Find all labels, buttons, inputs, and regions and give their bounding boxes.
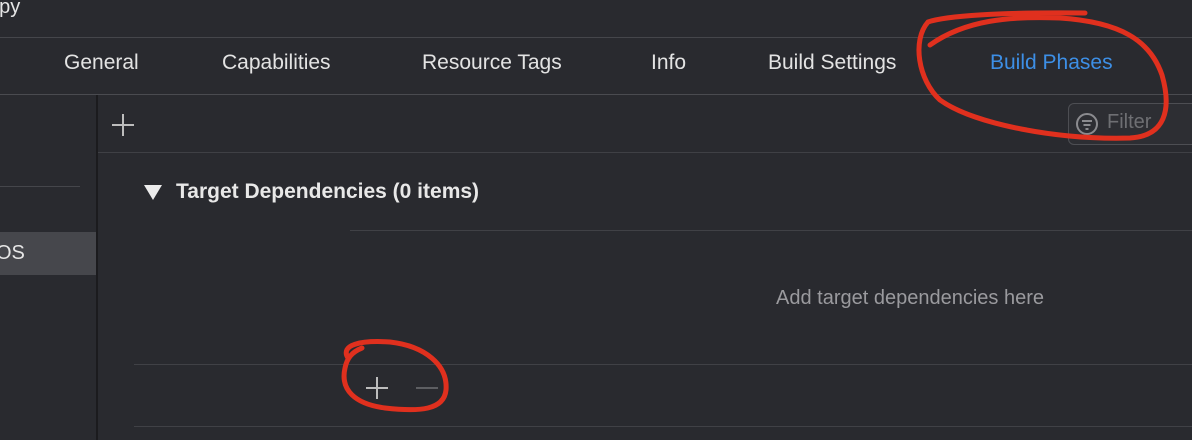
filter-field[interactable]: Filter [1068, 103, 1192, 145]
section-divider [350, 230, 1192, 231]
tab-resource-tags[interactable]: Resource Tags [422, 51, 562, 75]
tab-build-phases[interactable]: Build Phases [990, 51, 1113, 75]
tab-build-settings[interactable]: Build Settings [768, 51, 896, 75]
sidebar-item-label: OS [0, 242, 25, 264]
tab-capabilities[interactable]: Capabilities [222, 51, 331, 75]
section-divider [134, 364, 1192, 365]
disclosure-triangle-icon[interactable] [144, 185, 162, 200]
section-divider [134, 426, 1192, 427]
add-build-phase-plus-icon[interactable] [112, 114, 134, 136]
empty-dependencies-message: Add target dependencies here [776, 287, 1044, 309]
tab-info[interactable]: Info [651, 51, 686, 75]
toolbar-divider [98, 152, 1192, 153]
targets-sidebar: OS [0, 95, 98, 440]
window-titlebar: ppy [0, 0, 1192, 38]
remove-dependency-minus-icon[interactable] [416, 387, 438, 389]
add-dependency-plus-icon[interactable] [366, 377, 388, 399]
section-title: Target Dependencies (0 items) [176, 180, 480, 203]
filter-placeholder: Filter [1107, 111, 1152, 133]
tab-general[interactable]: General [64, 51, 139, 75]
filter-icon [1076, 113, 1098, 135]
window-title: ppy [0, 0, 21, 18]
sidebar-divider [0, 186, 80, 187]
sidebar-item-selected-target[interactable]: OS [0, 232, 96, 275]
build-phases-editor: Filter Target Dependencies (0 items) Add… [98, 95, 1192, 440]
editor-tab-bar: General Capabilities Resource Tags Info … [0, 38, 1192, 95]
